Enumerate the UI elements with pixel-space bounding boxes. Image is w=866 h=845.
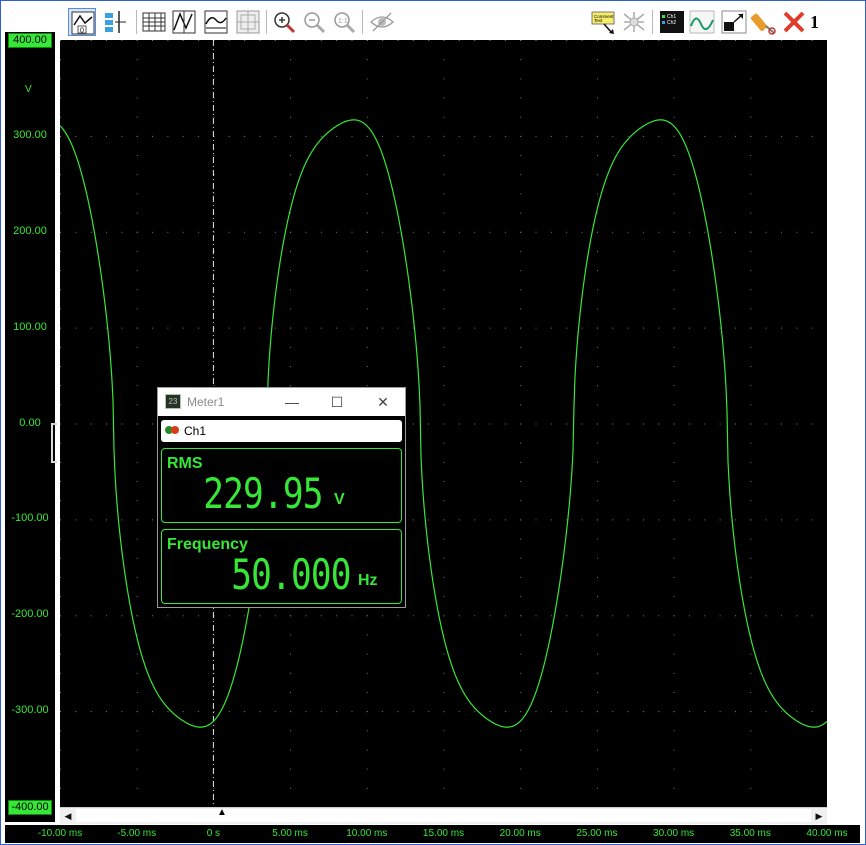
toolbar-separator xyxy=(652,10,653,34)
scrollbar-thumb[interactable] xyxy=(76,809,811,822)
rms-panel: RMS 229.95 V xyxy=(161,448,402,523)
toolbar-separator xyxy=(266,10,267,34)
zoom-out-icon[interactable] xyxy=(300,8,328,36)
cursor-bars-icon[interactable] xyxy=(102,8,130,36)
x-tick-label: 10.00 ms xyxy=(346,828,388,839)
zoom-fit-icon[interactable]: 1:1 xyxy=(330,8,358,36)
peak-view-icon[interactable] xyxy=(170,8,198,36)
scroll-left-arrow-icon[interactable]: ◀ xyxy=(60,808,76,824)
y-tick-label: -400.00 xyxy=(8,800,52,815)
wave-view-icon[interactable] xyxy=(202,8,230,36)
x-tick-label: 5.00 ms xyxy=(272,828,308,839)
probe-icon[interactable] xyxy=(750,8,778,36)
x-tick-label: -10.00 ms xyxy=(37,828,83,839)
x-tick-label: 35.00 ms xyxy=(729,828,771,839)
x-axis: -10.00 ms -5.00 ms 0 s 5.00 ms 10.00 ms 15.00… xyxy=(5,825,860,843)
rms-unit: V xyxy=(334,491,345,508)
zoom-in-icon[interactable] xyxy=(270,8,298,36)
y-tick-label: -100.00 xyxy=(11,512,49,525)
meter-app-icon: 23 xyxy=(165,394,181,409)
grid-view-icon[interactable] xyxy=(234,8,262,36)
network-icon[interactable] xyxy=(620,8,648,36)
channel-name: Ch1 xyxy=(184,424,207,438)
scroll-position-marker-icon[interactable]: ▲ xyxy=(217,807,227,818)
frequency-value: 50.000 xyxy=(231,550,352,599)
table-view-icon[interactable] xyxy=(140,8,168,36)
rms-label: RMS xyxy=(167,455,203,472)
y-axis: V 400.00 300.00 200.00 100.00 0.00 -100.00 -20… xyxy=(5,32,57,822)
y-tick-label: 300.00 xyxy=(13,128,47,141)
svg-text:1:1: 1:1 xyxy=(338,18,348,25)
comment-icon[interactable]: Comment Text xyxy=(590,8,618,36)
svg-text:0: 0 xyxy=(80,28,84,35)
x-tick-label: 30.00 ms xyxy=(653,828,695,839)
channel-zero-icon[interactable]: 0 xyxy=(68,8,96,36)
resize-icon[interactable] xyxy=(720,8,748,36)
y-tick-label: 400.00 xyxy=(8,33,52,48)
oscilloscope-icon[interactable] xyxy=(688,8,716,36)
meter-window[interactable]: 23 Meter1 — ☐ ✕ Ch1 RMS 229.95 V Frequen… xyxy=(157,387,406,608)
scroll-right-arrow-icon[interactable]: ▶ xyxy=(811,808,827,824)
meter-title-bar[interactable]: 23 Meter1 — ☐ ✕ xyxy=(158,388,405,416)
x-tick-label: -5.00 ms xyxy=(117,828,157,839)
x-tick-label: 25.00 ms xyxy=(576,828,618,839)
minimize-button[interactable]: — xyxy=(276,390,308,414)
x-tick-label: 15.00 ms xyxy=(422,828,465,839)
x-tick-label: 40.00 ms xyxy=(806,828,848,839)
horizontal-scrollbar[interactable]: ◀ ▲ ▶ xyxy=(60,807,827,824)
y-tick-label: 200.00 xyxy=(13,224,47,237)
instance-count: 1 xyxy=(810,12,819,32)
close-button[interactable]: ✕ xyxy=(367,390,399,414)
close-icon[interactable] xyxy=(780,8,808,36)
y-tick-label: -200.00 xyxy=(11,608,49,621)
x-tick-label: 0 s xyxy=(206,828,221,839)
eye-icon[interactable] xyxy=(368,8,396,36)
y-tick-label: 0.00 xyxy=(19,416,41,429)
toolbar: 0 1:1 Comment Text Ch1 Ch2 1 xyxy=(60,4,830,40)
channels-icon[interactable]: Ch1 Ch2 xyxy=(658,8,686,36)
meter-body: Ch1 RMS 229.95 V Frequency 50.000 Hz xyxy=(158,416,405,607)
meter-title: Meter1 xyxy=(187,395,225,409)
zero-level-marker[interactable] xyxy=(51,423,57,463)
frequency-panel: Frequency 50.000 Hz xyxy=(161,529,402,604)
svg-text:Text: Text xyxy=(594,18,603,23)
svg-text:Ch2: Ch2 xyxy=(667,20,676,26)
toolbar-separator xyxy=(136,10,137,34)
toolbar-separator xyxy=(362,10,363,34)
y-tick-label: -300.00 xyxy=(11,704,49,717)
channel-dot-icon xyxy=(171,426,179,434)
rms-value: 229.95 xyxy=(203,469,324,518)
y-axis-unit: V xyxy=(25,84,32,95)
y-tick-label: 100.00 xyxy=(13,320,47,333)
maximize-button[interactable]: ☐ xyxy=(321,390,353,414)
x-tick-label: 20.00 ms xyxy=(499,828,541,839)
channel-selector[interactable]: Ch1 xyxy=(161,420,402,442)
frequency-unit: Hz xyxy=(358,572,378,589)
